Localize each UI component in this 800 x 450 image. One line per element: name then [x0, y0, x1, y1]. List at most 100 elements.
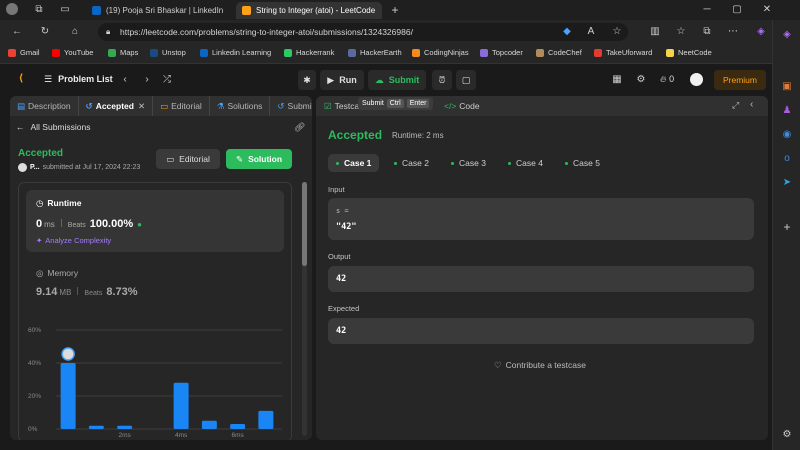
copilot-sidebar-icon[interactable]: ◈	[780, 28, 794, 42]
bookmark-hackerearth[interactable]: HackerEarth	[348, 48, 402, 57]
case-tab-1[interactable]: Case 1	[328, 154, 380, 172]
tab-description[interactable]: ▤ Description	[10, 96, 79, 116]
workspaces-icon[interactable]: ⧉	[32, 3, 46, 17]
tab-code[interactable]: </> Code	[444, 101, 480, 111]
bookmark-youtube[interactable]: YouTube	[52, 48, 93, 57]
prev-problem-icon[interactable]: ‹	[118, 73, 132, 87]
debug-button[interactable]: ✱	[298, 70, 316, 90]
share-link-icon[interactable]: 🔗︎	[294, 122, 305, 133]
sidebar-settings-icon[interactable]: ⚙	[780, 428, 794, 442]
url-field[interactable]: 🔒︎ https://leetcode.com/problems/string-…	[98, 23, 628, 41]
bug-icon: ✱	[303, 74, 311, 85]
premium-button[interactable]: Premium	[714, 70, 766, 90]
browser-menu-icon[interactable]: ⋯	[726, 25, 740, 39]
submit-tooltip: Submit Ctrl Enter	[358, 97, 434, 110]
editorial-button[interactable]: ▭ Editorial	[156, 149, 220, 169]
bookmark-topcoder[interactable]: Topcoder	[480, 48, 523, 57]
expected-label: Expected	[328, 304, 360, 313]
runtime-card[interactable]: ◷ Runtime 0 ms Beats 100.00% ● ✦ Analyze C…	[26, 190, 284, 252]
bookmark-codechef[interactable]: CodeChef	[536, 48, 582, 57]
runtime-distribution-chart[interactable]: 60% 40% 20% 0% 2ms 4ms 6ms	[26, 322, 290, 440]
all-submissions-link[interactable]: ← All Submissions	[16, 122, 91, 132]
streak-counter[interactable]: 🔥︎ 0	[660, 74, 674, 85]
browser-tab-linkedin[interactable]: (19) Pooja Sri Bhaskar | LinkedIn	[86, 2, 232, 19]
settings-gear-icon[interactable]: ⚙	[634, 73, 648, 87]
avatar[interactable]	[690, 73, 703, 86]
bookmark-linkedin-learning[interactable]: Linkedin Learning	[200, 48, 271, 57]
tab-solutions[interactable]: ⚗ Solutions	[210, 96, 271, 116]
telegram-icon[interactable]: ➤	[780, 176, 794, 190]
submission-panel: ▤ Description ↺ Accepted ✕ ▭ Editorial ⚗ Solu…	[10, 96, 312, 440]
minimize-icon[interactable]: ─	[700, 3, 714, 17]
contribute-testcase-link[interactable]: ♡ Contribute a testcase	[494, 360, 586, 371]
case-tab-2[interactable]: Case 2	[386, 154, 437, 172]
book-icon: ▭	[160, 100, 169, 111]
bookmark-neetcode[interactable]: NeetCode	[666, 48, 712, 57]
favorites-icon[interactable]: ☆	[674, 25, 688, 39]
profile-icon[interactable]	[6, 3, 18, 15]
bookmark-hackerrank[interactable]: Hackerrank	[284, 48, 334, 57]
submit-button[interactable]: ☁ Submit	[368, 70, 426, 90]
games-icon[interactable]: ♟	[780, 104, 794, 118]
tab-actions-icon[interactable]: ▭	[58, 3, 72, 17]
tab-editorial[interactable]: ▭ Editorial	[153, 96, 210, 116]
memory-card[interactable]: ◎ Memory 9.14 MB Beats 8.73%	[26, 262, 284, 308]
close-icon[interactable]: ✕	[138, 101, 145, 112]
solution-button[interactable]: ✎ Solution	[226, 149, 292, 169]
hackerrank-icon	[284, 48, 292, 57]
extension-icon[interactable]: ◆	[560, 25, 574, 39]
favorite-star-icon[interactable]: ☆	[610, 25, 624, 39]
tab-submissions[interactable]: ↺Submissions	[270, 96, 312, 116]
case-tab-3[interactable]: Case 3	[443, 154, 494, 172]
play-icon: ▶	[327, 74, 335, 85]
tab-accepted[interactable]: ↺ Accepted ✕	[79, 96, 154, 116]
close-tab-icon[interactable]: ✕	[375, 5, 382, 16]
reload-icon[interactable]: ↻	[38, 25, 52, 39]
case-tab-5[interactable]: Case 5	[557, 154, 608, 172]
collapse-chevron-icon[interactable]: ‹	[750, 99, 753, 110]
leetcode-logo-icon[interactable]: ⟨	[14, 72, 28, 86]
tab-title: String to Integer (atoi) - LeetCode	[256, 6, 376, 15]
problem-list-button[interactable]: ☰ Problem List	[44, 74, 113, 85]
beats-badge-icon: ●	[137, 220, 142, 229]
add-sidebar-app-icon[interactable]: +	[780, 220, 794, 234]
leetcode-icon	[242, 6, 251, 15]
read-aloud-icon[interactable]: A	[584, 25, 598, 39]
scrollbar-thumb[interactable]	[302, 182, 307, 266]
tools-icon[interactable]: ▣	[780, 80, 794, 94]
fire-icon: 🔥︎	[660, 74, 667, 84]
left-panel-tabs: ▤ Description ↺ Accepted ✕ ▭ Editorial ⚗ Solu…	[10, 96, 312, 116]
back-icon[interactable]: ←	[10, 25, 24, 39]
bookmark-takeuforward[interactable]: TakeUforward	[594, 48, 652, 57]
notes-button[interactable]: ▢	[456, 70, 476, 90]
chart-bar	[230, 424, 246, 429]
new-tab-icon[interactable]: +	[388, 3, 402, 17]
analyze-complexity-link[interactable]: ✦ Analyze Complexity	[36, 236, 111, 245]
youtube-icon	[52, 48, 60, 57]
expand-icon[interactable]: ⤢	[732, 100, 739, 111]
bookmark-maps[interactable]: Maps	[108, 48, 138, 57]
memory-stats: 9.14 MB Beats 8.73%	[36, 286, 138, 298]
outlook-icon[interactable]: o	[780, 152, 794, 166]
split-screen-icon[interactable]: ▥	[648, 25, 662, 39]
collections-icon[interactable]: ⧉	[700, 25, 714, 39]
case-tab-4[interactable]: Case 4	[500, 154, 551, 172]
run-button[interactable]: ▶ Run	[320, 70, 364, 90]
bookmark-unstop[interactable]: Unstop	[150, 48, 186, 57]
home-icon[interactable]: ⌂	[68, 25, 82, 39]
shuffle-icon[interactable]: ⤮	[160, 73, 174, 87]
layout-grid-icon[interactable]: ▦	[610, 73, 624, 87]
browser-tab-leetcode[interactable]: String to Integer (atoi) - LeetCode ✕	[236, 2, 382, 19]
takeuforward-icon	[594, 48, 602, 57]
bookmark-codingninjas[interactable]: CodingNinjas	[412, 48, 469, 57]
bookmark-gmail[interactable]: Gmail	[8, 48, 40, 57]
office-icon[interactable]: ◉	[780, 128, 794, 142]
maximize-icon[interactable]: ▢	[730, 3, 744, 17]
copilot-icon[interactable]: ◈	[754, 25, 768, 39]
book-icon: ▭	[166, 153, 175, 164]
pass-dot-icon	[336, 161, 339, 165]
close-window-icon[interactable]: ✕	[760, 3, 774, 17]
next-problem-icon[interactable]: ›	[140, 73, 154, 87]
timer-button[interactable]: ⏰︎	[432, 70, 452, 90]
expected-value: 42	[336, 326, 347, 336]
